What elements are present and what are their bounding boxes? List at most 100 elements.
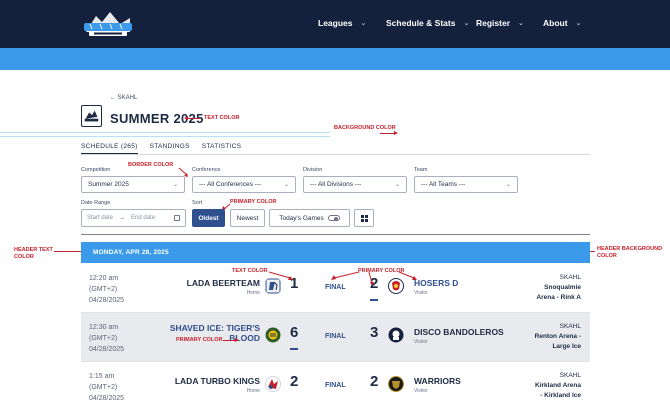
division-label: Division xyxy=(303,167,323,173)
annotation-arrowhead xyxy=(235,337,239,342)
away-team-logo-icon xyxy=(388,327,404,343)
home-team[interactable]: LADA TURBO KINGS Home xyxy=(175,376,260,394)
competition-label: Competition xyxy=(81,167,111,173)
game-timezone: (GMT+2) xyxy=(89,286,118,293)
chevron-down-icon: ⌄ xyxy=(575,20,582,27)
annotation-arrow xyxy=(223,340,235,341)
nav-about-label: About xyxy=(543,18,568,28)
nav-schedule-label: Schedule & Stats xyxy=(386,18,456,28)
chevron-down-icon: ⌄ xyxy=(518,20,524,27)
home-team-name: LADA BEERTEAM xyxy=(186,278,260,288)
home-team[interactable]: LADA BEERTEAM Home xyxy=(187,278,260,296)
tab-statistics[interactable]: STATISTICS xyxy=(202,143,242,154)
back-link[interactable]: ← SKAHL xyxy=(110,95,137,101)
annotation-primary-color: PRIMARY COLOR xyxy=(176,337,223,343)
venue-rink: Large Ice xyxy=(552,343,581,350)
sort-oldest-button[interactable]: Oldest xyxy=(192,209,225,227)
hero-band xyxy=(0,48,670,70)
nav-register[interactable]: Register ⌄ xyxy=(476,18,524,28)
away-team-name: WARRIORS xyxy=(414,376,461,386)
competition-value: Summer 2025 xyxy=(88,181,129,188)
game-venue[interactable]: SKAHL Kirkland Arena - Kirkland Ice xyxy=(535,371,581,401)
annotation-text-color: TEXT COLOR xyxy=(204,115,240,121)
team-label: Team xyxy=(414,167,428,173)
chevron-down-icon: ⌄ xyxy=(172,182,178,188)
tab-standings[interactable]: STANDINGS xyxy=(150,143,190,154)
league-logo[interactable] xyxy=(80,6,136,42)
away-team[interactable]: HOSERS D Visitor xyxy=(414,278,458,296)
todays-games-label: Today's Games xyxy=(279,214,324,222)
sort-label: Sort xyxy=(192,200,203,206)
away-team[interactable]: DISCO BANDOLEROS Visitor xyxy=(414,327,504,345)
annotation-arrowhead xyxy=(184,115,188,120)
away-team[interactable]: WARRIORS Visitor xyxy=(414,376,461,394)
nav-leagues-label: Leagues xyxy=(318,18,353,28)
game-timezone: (GMT+2) xyxy=(89,384,118,391)
annotation-arrowhead xyxy=(394,130,398,135)
annotation-arrow xyxy=(268,271,293,280)
tab-schedule[interactable]: SCHEDULE (265) xyxy=(81,143,138,154)
game-timezone: (GMT+2) xyxy=(89,335,118,342)
annotation-arrow xyxy=(331,271,360,280)
nav-leagues[interactable]: Leagues ⌄ xyxy=(318,18,366,28)
venue-name: Kirkland Arena xyxy=(535,382,581,389)
background-indicator xyxy=(0,132,330,133)
game-row[interactable]: 1:15 am (GMT+2) 04/28/2025 LADA TURBO KI… xyxy=(81,362,590,409)
home-team-name: SHAVED ICE: TIGER'S xyxy=(169,323,260,333)
date-range-input[interactable]: Start date → End date xyxy=(81,209,186,227)
todays-games-toggle[interactable]: Today's Games xyxy=(269,209,350,227)
annotation-primary-color: PRIMARY COLOR xyxy=(230,199,277,205)
nav-about[interactable]: About ⌄ xyxy=(543,18,581,28)
game-status[interactable]: FINAL xyxy=(325,333,346,340)
game-time: 12:20 am (GMT+2) 04/28/2025 xyxy=(89,273,124,306)
venue-name: Renton Arena - xyxy=(534,333,581,340)
away-team-name: DISCO BANDOLEROS xyxy=(414,327,504,337)
home-label: Home xyxy=(246,388,260,394)
start-date-placeholder: Start date xyxy=(87,215,114,221)
away-score: 3 xyxy=(370,324,379,341)
venue-rink: - Kirkland Ice xyxy=(540,392,581,399)
game-status[interactable]: FINAL xyxy=(325,284,346,291)
annotation-arrow xyxy=(368,271,374,286)
nav-schedule-stats[interactable]: Schedule & Stats ⌄ xyxy=(386,18,469,28)
annotation-arrow xyxy=(380,133,394,134)
range-arrow: → xyxy=(119,215,126,221)
annotation-arrow xyxy=(398,271,417,280)
schedule-date-header: MONDAY, APR 28, 2025 xyxy=(81,242,590,263)
home-score: 6 xyxy=(290,324,299,341)
division-select[interactable]: --- All Divisions --- ⌄ xyxy=(303,176,407,193)
game-row[interactable]: 12:30 am (GMT+2) 04/28/2025 SHAVED ICE: … xyxy=(81,313,590,361)
conference-select[interactable]: --- All Conferences --- ⌄ xyxy=(192,176,296,193)
game-venue[interactable]: SKAHL Snoqualmie Arena - Rink A xyxy=(536,273,581,303)
sort-newest-button[interactable]: Newest xyxy=(230,209,265,227)
team-value: --- All Teams --- xyxy=(421,181,466,188)
annotation-text-color: TEXT COLOR xyxy=(232,268,268,274)
calendar-icon xyxy=(174,215,180,221)
visitor-label: Visitor xyxy=(414,339,428,345)
grid-icon xyxy=(360,214,368,222)
competition-select[interactable]: Summer 2025 ⌄ xyxy=(81,176,185,193)
venue-rink: Arena - Rink A xyxy=(536,294,581,301)
visitor-label: Visitor xyxy=(414,290,428,296)
top-nav: Leagues ⌄ Schedule & Stats ⌄ Register ⌄ Abo… xyxy=(0,0,670,48)
home-label: Home xyxy=(246,290,260,296)
chevron-down-icon: ⌄ xyxy=(360,20,367,27)
game-date: 04/28/2025 xyxy=(89,297,125,304)
grid-view-button[interactable] xyxy=(354,209,374,227)
chevron-down-icon: ⌄ xyxy=(394,182,400,188)
game-time: 12:30 am (GMT+2) 04/28/2025 xyxy=(89,322,124,355)
game-time: 1:15 am (GMT+2) 04/28/2025 xyxy=(89,371,124,404)
game-time-value: 12:20 am xyxy=(89,275,119,282)
away-team-name: HOSERS D xyxy=(414,278,459,288)
chevron-down-icon: ⌄ xyxy=(463,20,470,27)
annotation-header-bg-color: HEADER BACKGROUND xyxy=(597,246,663,252)
game-date: 04/28/2025 xyxy=(89,395,125,402)
end-date-placeholder: End date xyxy=(131,215,156,221)
annotation-background-color: BACKGROUND COLOR xyxy=(334,125,396,131)
game-venue[interactable]: SKAHL Renton Arena - Large Ice xyxy=(535,322,581,352)
league-name: SKAHL xyxy=(559,372,581,379)
winner-indicator xyxy=(370,299,378,301)
annotation-border-color: BORDER COLOR xyxy=(128,162,174,168)
team-select[interactable]: --- All Teams --- ⌄ xyxy=(414,176,518,193)
game-status[interactable]: FINAL xyxy=(325,382,346,389)
